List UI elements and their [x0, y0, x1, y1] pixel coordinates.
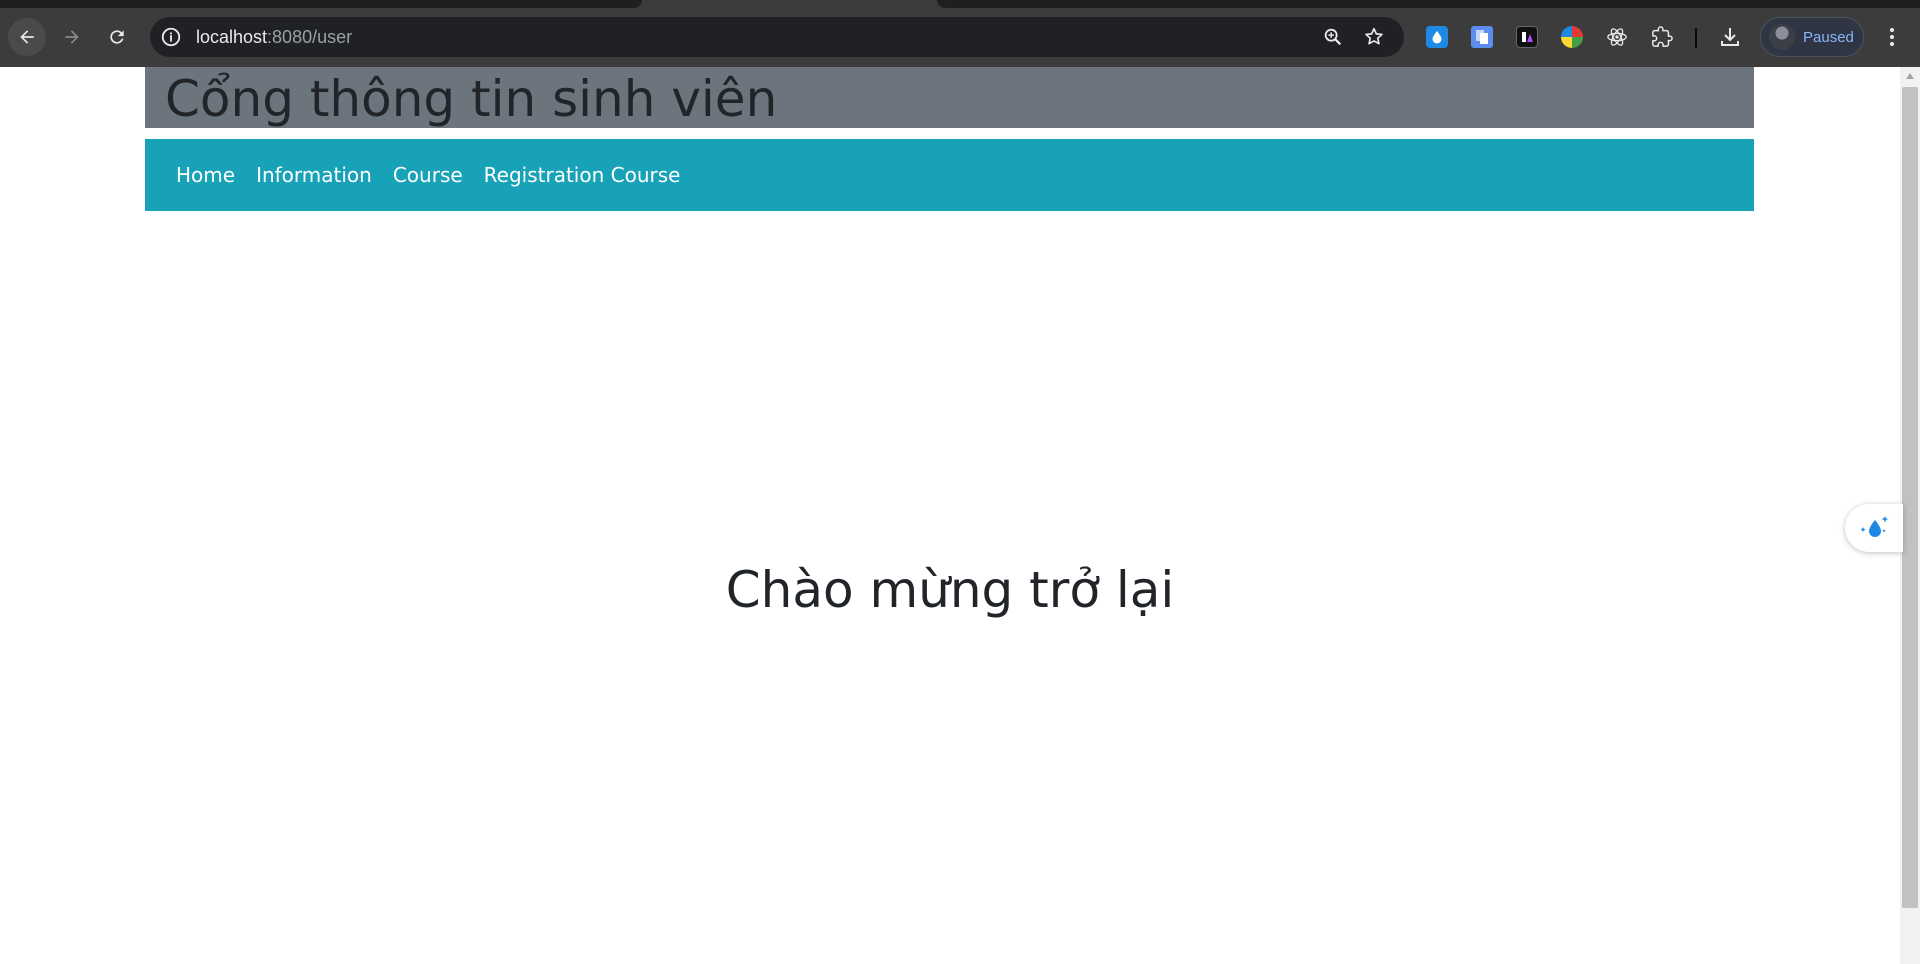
react-devtools-icon[interactable] — [1606, 26, 1628, 48]
site-header: Cổng thông tin sinh viên — [145, 67, 1754, 128]
more-vert-icon[interactable] — [1880, 25, 1904, 49]
extension-app-icon[interactable] — [1516, 26, 1538, 48]
nav-course[interactable]: Course — [393, 163, 463, 187]
download-icon[interactable] — [1718, 25, 1742, 49]
reload-icon — [110, 30, 124, 44]
vertical-scrollbar[interactable] — [1900, 67, 1920, 964]
forward-button[interactable] — [53, 18, 91, 56]
profile-button[interactable]: Paused — [1760, 17, 1864, 57]
site-info-icon[interactable] — [160, 26, 182, 48]
bookmark-star-icon[interactable] — [1363, 26, 1385, 48]
extension-droplet-icon[interactable] — [1426, 26, 1448, 48]
url-text[interactable]: localhost:8080/user — [196, 26, 352, 48]
avatar — [1769, 24, 1795, 50]
nav-registration-course[interactable]: Registration Course — [484, 163, 681, 187]
page-content: Cổng thông tin sinh viên Home Informatio… — [0, 67, 1900, 964]
profile-status: Paused — [1803, 28, 1854, 46]
extension-color-icon[interactable] — [1561, 26, 1583, 48]
scroll-thumb[interactable] — [1902, 87, 1918, 908]
scroll-up-arrow-icon[interactable] — [1906, 73, 1914, 79]
tab-strip-left — [0, 0, 642, 8]
floating-assistant-button[interactable] — [1845, 504, 1903, 552]
sparkle-droplet-icon — [1860, 516, 1889, 537]
site-title: Cổng thông tin sinh viên — [165, 70, 778, 128]
extensions-puzzle-icon[interactable] — [1651, 26, 1673, 48]
browser-chrome: localhost:8080/user Paused — [0, 0, 1920, 67]
arrow-left-icon — [20, 30, 34, 44]
zoom-icon[interactable] — [1322, 26, 1344, 48]
tab-strip-right — [937, 0, 1920, 8]
arrow-right-icon — [65, 30, 79, 44]
nav-home[interactable]: Home — [176, 163, 235, 187]
toolbar-divider — [1695, 28, 1697, 48]
url-host: localhost — [196, 27, 268, 47]
back-button[interactable] — [8, 18, 46, 56]
welcome-heading: Chào mừng trở lại — [725, 561, 1175, 619]
url-path: :8080/user — [267, 27, 353, 47]
main-navbar: Home Information Course Registration Cou… — [145, 139, 1754, 211]
reload-button[interactable] — [98, 18, 136, 56]
nav-information[interactable]: Information — [256, 163, 372, 187]
extension-docs-icon[interactable] — [1471, 26, 1493, 48]
